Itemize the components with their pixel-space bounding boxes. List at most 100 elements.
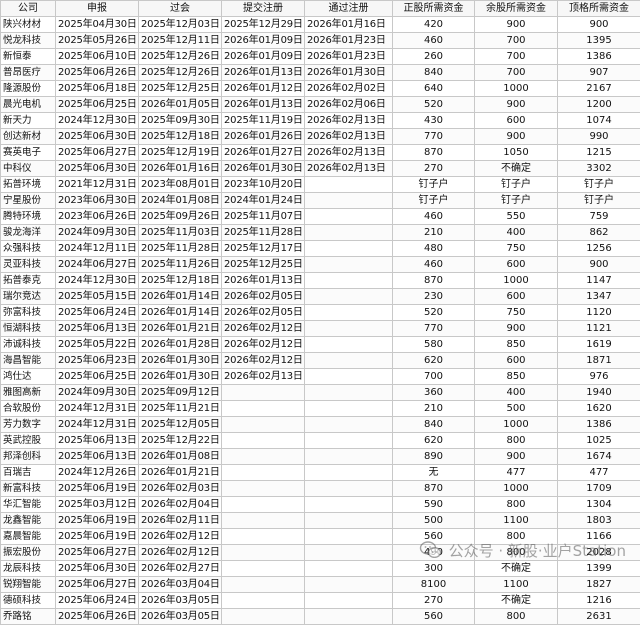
cell-company[interactable]: 弥富科技 [1,305,56,321]
cell-apply-date[interactable]: 2024年12月30日 [56,113,139,129]
cell-apply-date[interactable]: 2025年05月26日 [56,33,139,49]
cell-review-date[interactable]: 2026年01月14日 [139,305,222,321]
cell-main-shares-funds[interactable]: 500 [393,513,475,529]
cell-max-subscription-funds[interactable]: 1803 [558,513,640,529]
table-row[interactable]: 锐翔智能2025年06月27日2026年03月04日810011001827 [1,577,640,593]
cell-max-subscription-funds[interactable]: 862 [558,225,640,241]
cell-review-date[interactable]: 2026年01月28日 [139,337,222,353]
cell-apply-date[interactable]: 2025年06月13日 [56,433,139,449]
table-row[interactable]: 芳力数字2024年12月31日2025年12月05日84010001386 [1,417,640,433]
cell-registration-approved[interactable] [305,465,393,481]
cell-company[interactable]: 瑞尔竞达 [1,289,56,305]
cell-company[interactable]: 宁星股份 [1,193,56,209]
cell-apply-date[interactable]: 2025年06月13日 [56,449,139,465]
cell-apply-date[interactable]: 2025年05月22日 [56,337,139,353]
cell-registration-approved[interactable] [305,353,393,369]
cell-remaining-shares-funds[interactable]: 500 [475,401,558,417]
cell-submit-registration[interactable]: 2026年01月27日 [222,145,305,161]
cell-submit-registration[interactable]: 2026年01月30日 [222,161,305,177]
cell-review-date[interactable]: 2026年01月14日 [139,289,222,305]
cell-review-date[interactable]: 2025年12月22日 [139,433,222,449]
cell-review-date[interactable]: 2026年02月12日 [139,545,222,561]
cell-company[interactable]: 创达新材 [1,129,56,145]
cell-company[interactable]: 晨光电机 [1,97,56,113]
cell-submit-registration[interactable]: 2026年01月26日 [222,129,305,145]
cell-review-date[interactable]: 2025年12月19日 [139,145,222,161]
cell-main-shares-funds[interactable]: 560 [393,609,475,625]
table-row[interactable]: 赛英电子2025年06月27日2025年12月19日2026年01月27日202… [1,145,640,161]
cell-remaining-shares-funds[interactable]: 900 [475,449,558,465]
cell-apply-date[interactable]: 2024年12月26日 [56,465,139,481]
cell-max-subscription-funds[interactable]: 3302 [558,161,640,177]
cell-submit-registration[interactable]: 2026年02月05日 [222,305,305,321]
cell-company[interactable]: 嘉晨智能 [1,529,56,545]
cell-submit-registration[interactable] [222,561,305,577]
cell-review-date[interactable]: 2024年01月08日 [139,193,222,209]
cell-remaining-shares-funds[interactable]: 1000 [475,417,558,433]
cell-submit-registration[interactable] [222,465,305,481]
cell-submit-registration[interactable]: 2026年01月12日 [222,81,305,97]
cell-registration-approved[interactable] [305,385,393,401]
cell-submit-registration[interactable] [222,593,305,609]
table-row[interactable]: 晨光电机2025年06月25日2026年01月05日2026年01月13日202… [1,97,640,113]
cell-apply-date[interactable]: 2024年12月30日 [56,273,139,289]
cell-remaining-shares-funds[interactable]: 800 [475,433,558,449]
cell-registration-approved[interactable]: 2026年02月13日 [305,161,393,177]
cell-main-shares-funds[interactable]: 770 [393,129,475,145]
cell-remaining-shares-funds[interactable]: 750 [475,241,558,257]
cell-apply-date[interactable]: 2024年06月27日 [56,257,139,273]
cell-max-subscription-funds[interactable]: 2631 [558,609,640,625]
cell-main-shares-funds[interactable]: 8100 [393,577,475,593]
cell-apply-date[interactable]: 2021年12月31日 [56,177,139,193]
cell-remaining-shares-funds[interactable]: 钉子户 [475,177,558,193]
cell-apply-date[interactable]: 2024年09月30日 [56,225,139,241]
cell-registration-approved[interactable] [305,177,393,193]
cell-main-shares-funds[interactable]: 580 [393,337,475,353]
cell-apply-date[interactable]: 2025年06月24日 [56,305,139,321]
table-row[interactable]: 乔路铭2025年06月26日2026年03月05日5608002631 [1,609,640,625]
cell-remaining-shares-funds[interactable]: 钉子户 [475,193,558,209]
cell-registration-approved[interactable] [305,433,393,449]
cell-submit-registration[interactable]: 2026年02月12日 [222,337,305,353]
cell-registration-approved[interactable] [305,593,393,609]
table-row[interactable]: 拓普环境2021年12月31日2023年08月01日2023年10月20日钉子户… [1,177,640,193]
cell-apply-date[interactable]: 2025年06月18日 [56,81,139,97]
cell-main-shares-funds[interactable]: 870 [393,481,475,497]
cell-company[interactable]: 华汇智能 [1,497,56,513]
cell-registration-approved[interactable] [305,321,393,337]
cell-apply-date[interactable]: 2024年12月31日 [56,417,139,433]
cell-remaining-shares-funds[interactable]: 600 [475,113,558,129]
cell-company[interactable]: 拓普环境 [1,177,56,193]
cell-submit-registration[interactable]: 2023年10月20日 [222,177,305,193]
cell-main-shares-funds[interactable]: 230 [393,289,475,305]
cell-submit-registration[interactable] [222,433,305,449]
cell-remaining-shares-funds[interactable]: 1100 [475,577,558,593]
cell-company[interactable]: 腾特环境 [1,209,56,225]
cell-remaining-shares-funds[interactable]: 477 [475,465,558,481]
cell-registration-approved[interactable]: 2026年01月23日 [305,49,393,65]
cell-company[interactable]: 雅图高新 [1,385,56,401]
cell-main-shares-funds[interactable]: 480 [393,241,475,257]
cell-max-subscription-funds[interactable]: 1674 [558,449,640,465]
cell-company[interactable]: 振宏股份 [1,545,56,561]
cell-company[interactable]: 锐翔智能 [1,577,56,593]
cell-company[interactable]: 新天力 [1,113,56,129]
cell-remaining-shares-funds[interactable]: 850 [475,369,558,385]
cell-submit-registration[interactable]: 2025年11月28日 [222,225,305,241]
cell-remaining-shares-funds[interactable]: 850 [475,337,558,353]
cell-submit-registration[interactable]: 2025年11月19日 [222,113,305,129]
cell-max-subscription-funds[interactable]: 477 [558,465,640,481]
table-row[interactable]: 宁星股份2023年06月30日2024年01月08日2024年01月24日钉子户… [1,193,640,209]
cell-review-date[interactable]: 2025年12月18日 [139,273,222,289]
cell-review-date[interactable]: 2026年01月30日 [139,369,222,385]
cell-max-subscription-funds[interactable]: 1940 [558,385,640,401]
cell-max-subscription-funds[interactable]: 1399 [558,561,640,577]
cell-company[interactable]: 龙鑫智能 [1,513,56,529]
cell-company[interactable]: 悦龙科技 [1,33,56,49]
table-row[interactable]: 灵亚科技2024年06月27日2025年11月26日2025年12月25日460… [1,257,640,273]
cell-remaining-shares-funds[interactable]: 1000 [475,81,558,97]
cell-review-date[interactable]: 2025年09月30日 [139,113,222,129]
cell-review-date[interactable]: 2025年12月11日 [139,33,222,49]
cell-max-subscription-funds[interactable]: 990 [558,129,640,145]
cell-company[interactable]: 英武控股 [1,433,56,449]
